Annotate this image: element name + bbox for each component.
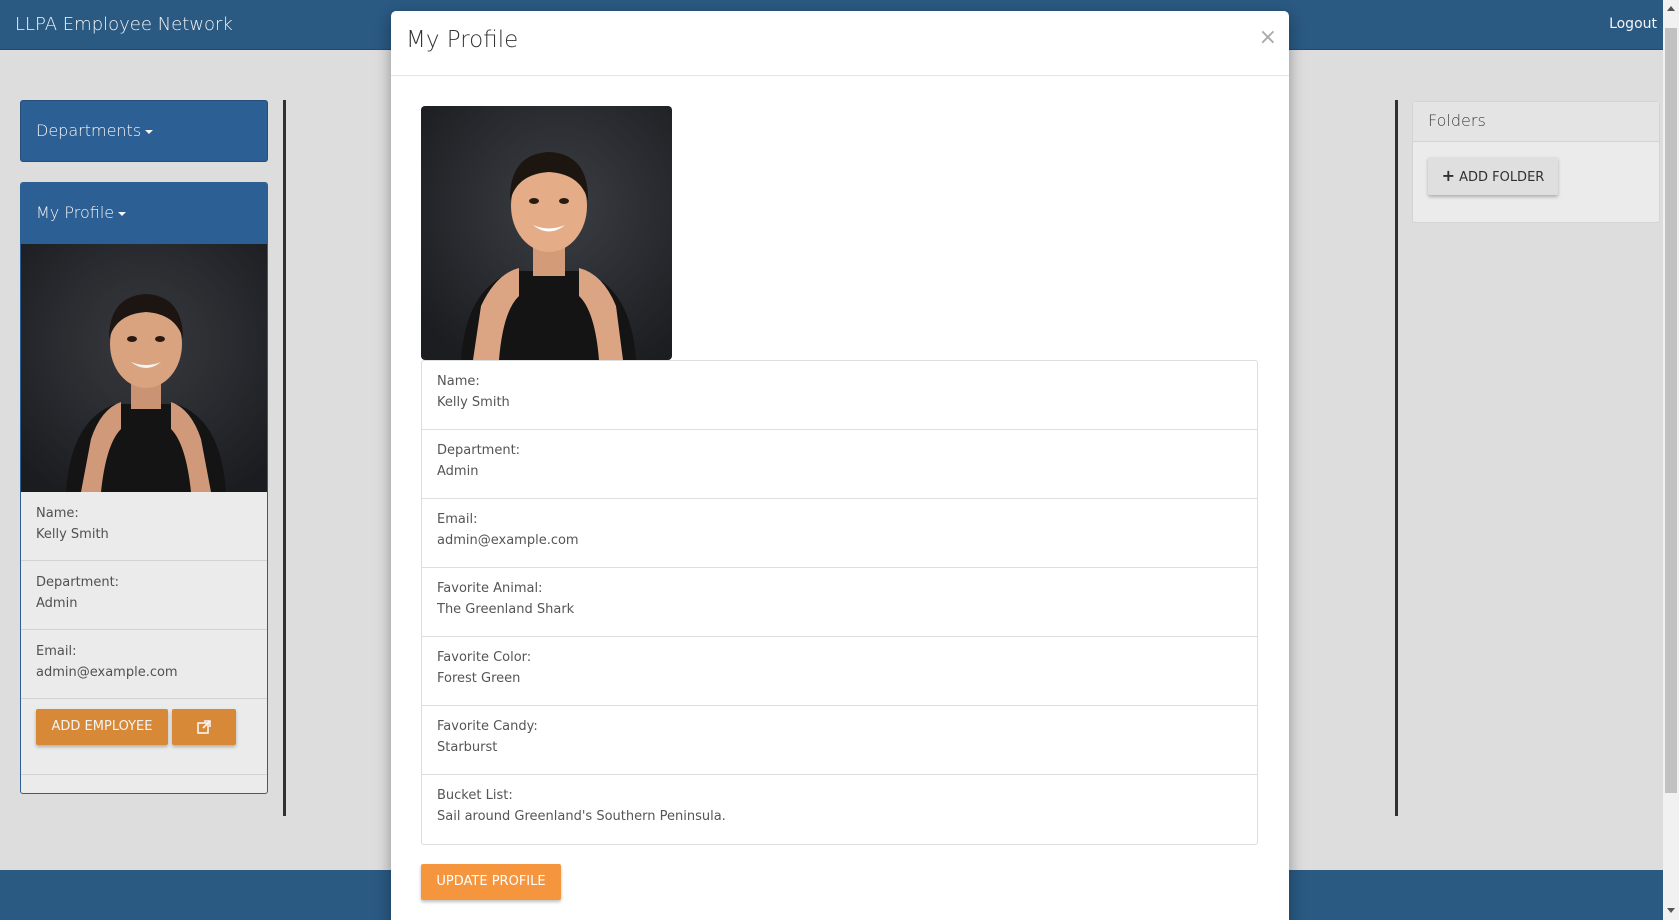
profile-modal: My Profile × Name: Kelly Smith Departmen… xyxy=(391,11,1289,920)
scroll-thumb[interactable] xyxy=(1665,28,1677,793)
detail-label: Email: xyxy=(437,512,478,527)
detail-value: admin@example.com xyxy=(437,533,579,548)
detail-bucket-list: Bucket List: Sail around Greenland's Sou… xyxy=(422,775,1257,844)
detail-value: Kelly Smith xyxy=(437,395,510,410)
detail-label: Bucket List: xyxy=(437,788,513,803)
detail-favorite-animal: Favorite Animal: The Greenland Shark xyxy=(422,568,1257,637)
modal-header: My Profile × xyxy=(391,11,1289,76)
detail-label: Name: xyxy=(437,374,480,389)
detail-department: Department: Admin xyxy=(422,430,1257,499)
detail-label: Favorite Color: xyxy=(437,650,532,665)
scroll-down-icon[interactable] xyxy=(1667,908,1675,913)
scroll-up-icon[interactable] xyxy=(1667,6,1675,11)
detail-value: Sail around Greenland's Southern Peninsu… xyxy=(437,809,726,824)
detail-name: Name: Kelly Smith xyxy=(422,361,1257,430)
detail-favorite-candy: Favorite Candy: Starburst xyxy=(422,706,1257,775)
detail-value: The Greenland Shark xyxy=(437,602,575,617)
detail-email: Email: admin@example.com xyxy=(422,499,1257,568)
detail-label: Favorite Animal: xyxy=(437,581,543,596)
detail-label: Favorite Candy: xyxy=(437,719,538,734)
detail-value: Starburst xyxy=(437,740,498,755)
profile-details-list: Name: Kelly Smith Department: Admin Emai… xyxy=(421,360,1258,845)
close-icon[interactable]: × xyxy=(1259,25,1277,50)
detail-favorite-color: Favorite Color: Forest Green xyxy=(422,637,1257,706)
detail-value: Admin xyxy=(437,464,479,479)
detail-value: Forest Green xyxy=(437,671,521,686)
page-scrollbar[interactable] xyxy=(1663,0,1679,920)
profile-photo xyxy=(421,106,672,360)
modal-title: My Profile xyxy=(406,27,519,53)
detail-label: Department: xyxy=(437,443,521,458)
update-profile-button[interactable]: UPDATE PROFILE xyxy=(421,864,561,900)
